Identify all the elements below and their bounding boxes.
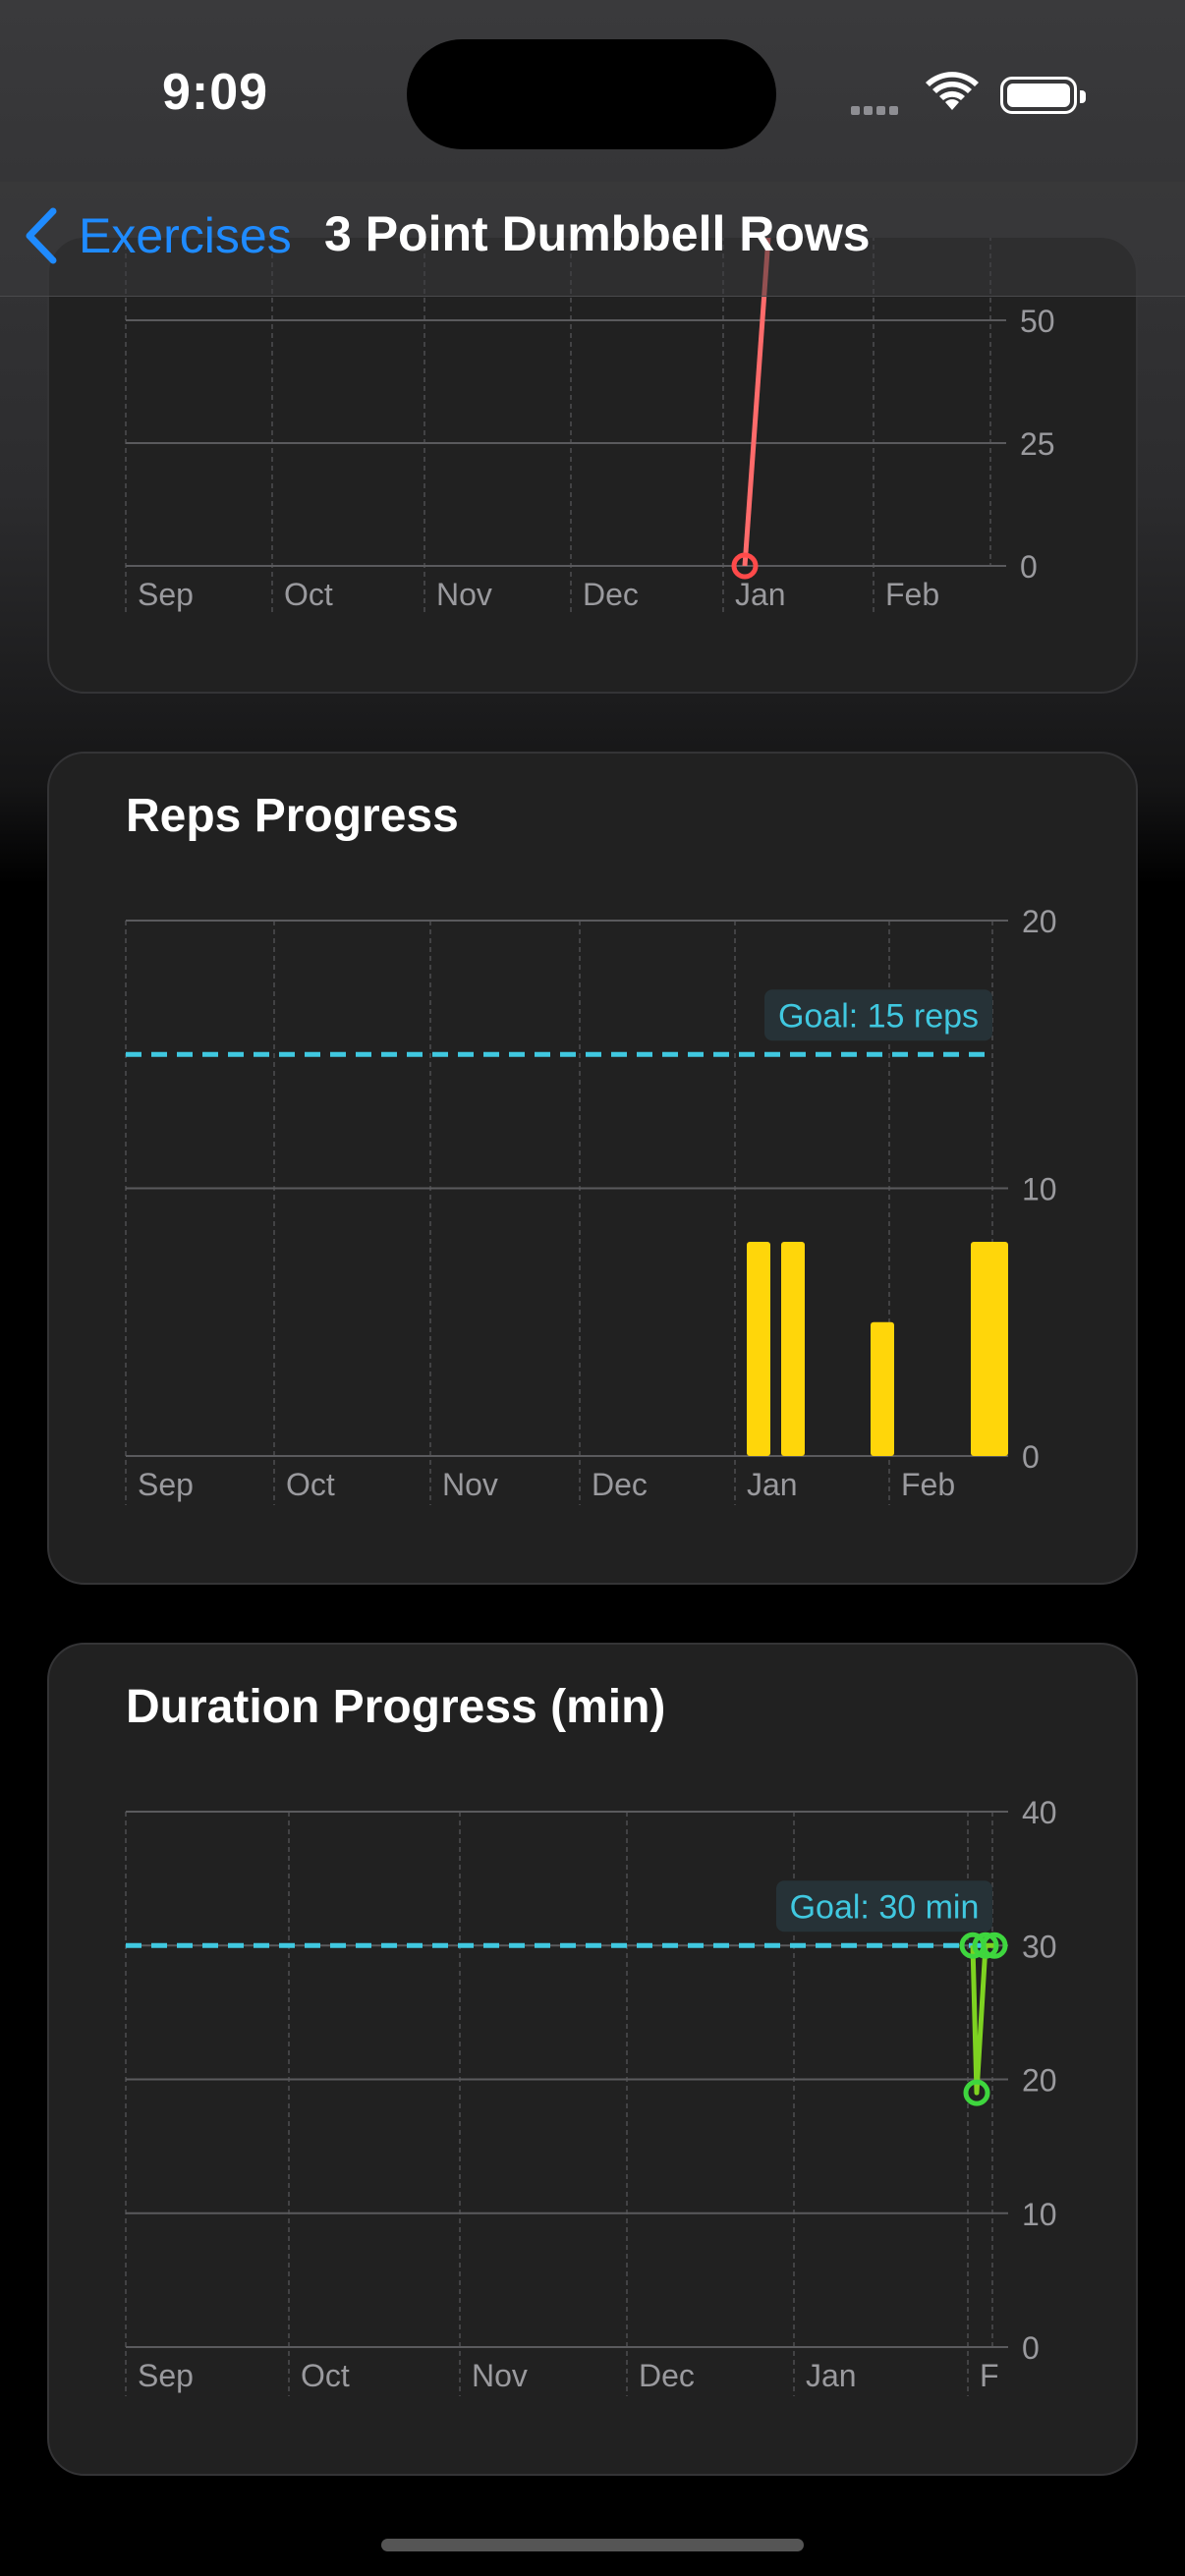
goal-label: Goal: 15 reps <box>778 997 979 1035</box>
weight-chart-card: Sep Oct Nov Dec Jan Feb 0 25 50 <box>47 236 1138 694</box>
battery-icon <box>1000 77 1086 114</box>
x-tick-label: Nov <box>436 577 492 612</box>
y-tick-label: 10 <box>1022 1172 1057 1207</box>
duration-progress-card: Duration Progress (min) Sep Oct Nov Dec Jan F… <box>47 1643 1138 2476</box>
x-tick-label: Dec <box>639 2358 695 2393</box>
x-tick-label: Nov <box>472 2358 528 2393</box>
navigation-bar: Exercises 3 Point Dumbbell Rows <box>0 182 1185 297</box>
y-tick-label: 20 <box>1022 904 1057 939</box>
page-title: 3 Point Dumbbell Rows <box>324 206 871 261</box>
reps-bar <box>747 1242 770 1456</box>
chevron-left-icon <box>26 207 57 264</box>
x-tick-label: Jan <box>747 1467 798 1502</box>
x-tick-label: Oct <box>284 577 333 612</box>
y-tick-label: 25 <box>1020 426 1055 462</box>
duration-progress-chart: Sep Oct Nov Dec Jan F0 10 20 30 40 Goal: 30 min <box>125 1795 1057 2396</box>
reps-progress-card: Reps Progress Sep Oct Nov Dec Jan Feb 0 10 20 Goa… <box>47 752 1138 1585</box>
y-tick-label: 40 <box>1022 1795 1057 1830</box>
x-tick-label: F <box>980 2358 999 2393</box>
y-tick-label: 0 <box>1020 549 1038 585</box>
x-tick-label: Sep <box>138 2358 194 2393</box>
x-tick-label: Feb <box>901 1467 955 1502</box>
cellular-signal-icon <box>851 102 902 120</box>
y-tick-label: 10 <box>1022 2197 1057 2232</box>
y-tick-label: 20 <box>1022 2063 1057 2099</box>
x-tick-label: Jan <box>806 2358 857 2393</box>
weight-progress-chart: Sep Oct Nov Dec Jan Feb 0 25 50 <box>125 238 1055 616</box>
status-bar: 9:09 <box>0 0 1185 182</box>
x-tick-label: Jan <box>735 577 786 612</box>
goal-label: Goal: 30 min <box>790 1888 980 1926</box>
dynamic-island <box>407 39 776 149</box>
x-tick-label: Dec <box>583 577 639 612</box>
x-tick-label: Sep <box>138 1467 194 1502</box>
home-indicator <box>381 2539 804 2551</box>
back-button[interactable]: Exercises <box>24 201 292 270</box>
reps-progress-chart: Sep Oct Nov Dec Jan Feb 0 10 20 Goal: 15 reps <box>125 904 1057 1505</box>
y-tick-label: 0 <box>1022 1439 1040 1475</box>
x-tick-label: Oct <box>286 1467 335 1502</box>
x-tick-label: Dec <box>592 1467 648 1502</box>
y-tick-label: 30 <box>1022 1929 1057 1964</box>
reps-bar <box>871 1321 894 1456</box>
back-label: Exercises <box>79 208 292 263</box>
x-tick-label: Sep <box>138 577 194 612</box>
status-time: 9:09 <box>162 64 269 121</box>
y-tick-label: 0 <box>1022 2330 1040 2366</box>
x-tick-label: Nov <box>442 1467 498 1502</box>
duration-series-line <box>970 1942 994 2096</box>
reps-bar <box>781 1242 805 1456</box>
x-tick-label: Oct <box>301 2358 350 2393</box>
x-tick-label: Feb <box>885 577 939 612</box>
wifi-icon <box>926 72 979 110</box>
reps-bar <box>971 1242 1008 1456</box>
y-tick-label: 50 <box>1020 304 1055 339</box>
